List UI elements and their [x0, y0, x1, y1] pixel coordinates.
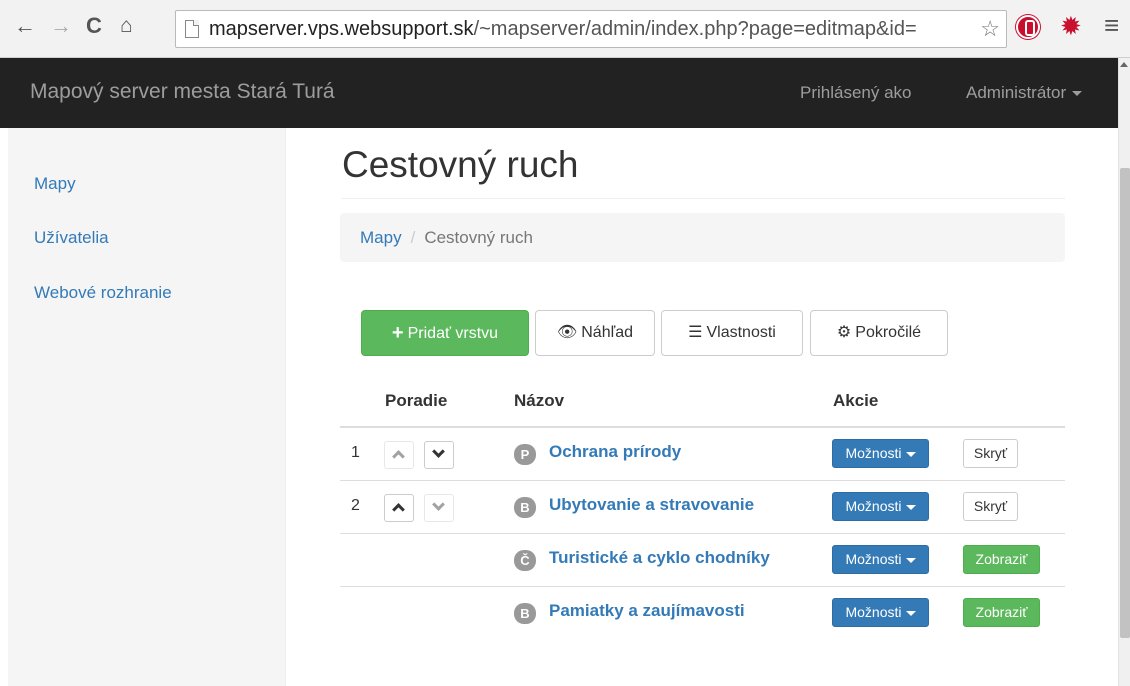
column-header-actions: Akcie — [833, 391, 879, 410]
user-name: Administrátor — [966, 83, 1067, 102]
layer-name-link[interactable]: Ubytovanie a stravovanie — [549, 495, 754, 515]
move-up-button[interactable] — [384, 494, 414, 522]
adblock-extension-icon[interactable] — [1016, 15, 1040, 39]
reload-icon[interactable]: C — [86, 14, 102, 38]
breadcrumb-separator: / — [410, 228, 416, 247]
chevron-up-icon — [392, 450, 405, 463]
title-divider — [342, 198, 1065, 199]
url-path: /~mapserver/admin/index.php?page=editmap… — [473, 18, 917, 40]
options-label: Možnosti — [845, 604, 902, 620]
layer-type-badge: B — [514, 497, 536, 518]
sidebar: Mapy Užívatelia Webové rozhranie — [8, 128, 286, 686]
add-layer-label: Pridať vrstvu — [407, 325, 499, 342]
browser-menu-icon[interactable]: ≡ — [1104, 12, 1119, 38]
properties-label: Vlastnosti — [706, 324, 776, 341]
advanced-label: Pokročilé — [855, 324, 922, 341]
layer-type-badge: P — [514, 444, 536, 465]
move-up-button[interactable] — [384, 441, 414, 469]
app-brand[interactable]: Mapový server mesta Stará Turá — [30, 80, 335, 104]
row-order-number: 1 — [351, 444, 360, 461]
home-icon[interactable]: ⌂ — [120, 14, 133, 38]
chevron-down-icon — [432, 498, 445, 511]
move-down-button[interactable] — [424, 441, 454, 469]
options-label: Možnosti — [845, 551, 902, 567]
scroll-up-arrow-icon[interactable] — [1120, 62, 1128, 67]
bookmark-star-icon[interactable]: ☆ — [980, 16, 1000, 42]
options-dropdown-button[interactable]: Možnosti — [832, 492, 929, 521]
hide-layer-button[interactable]: Skryť — [963, 439, 1018, 468]
breadcrumb-current: Cestovný ruch — [424, 228, 533, 247]
caret-down-icon — [905, 610, 916, 616]
preview-label: Náhľad — [581, 324, 634, 341]
properties-button[interactable]: ☰ Vlastnosti — [661, 310, 803, 356]
caret-down-icon — [905, 504, 916, 510]
chevron-down-icon — [432, 445, 445, 458]
breadcrumb-maps-link[interactable]: Mapy — [360, 228, 402, 247]
url-host: mapserver.vps.websupport.sk — [209, 18, 474, 40]
list-icon: ☰ — [688, 324, 703, 341]
options-label: Možnosti — [845, 445, 902, 461]
preview-button[interactable]: 👁 Náhľad — [535, 310, 655, 356]
address-bar[interactable]: mapserver.vps.websupport.sk/~mapserver/a… — [175, 10, 1007, 48]
page-scrollbar[interactable] — [1118, 58, 1130, 686]
plus-icon: + — [391, 322, 404, 344]
app-navbar: Mapový server mesta Stará Turá Prihlásen… — [0, 58, 1118, 128]
row-order-number: 2 — [351, 497, 360, 514]
column-header-name: Názov — [514, 391, 565, 410]
caret-down-icon — [905, 557, 916, 563]
move-down-button[interactable] — [424, 494, 454, 522]
hide-layer-button[interactable]: Skryť — [963, 492, 1018, 521]
layer-name-link[interactable]: Turistické a cyklo chodníky — [549, 548, 770, 568]
sidebar-item-users[interactable]: Užívatelia — [34, 228, 109, 248]
forward-arrow-icon[interactable]: → — [50, 14, 72, 38]
breadcrumb: Mapy / Cestovný ruch — [340, 213, 1065, 262]
extension-badge-icon[interactable]: ✹ — [1060, 13, 1082, 39]
table-row: 1 P Ochrana prírody Možnosti Skryť — [340, 428, 1065, 481]
caret-down-icon — [905, 451, 916, 457]
sidebar-item-web-interface[interactable]: Webové rozhranie — [34, 283, 172, 303]
layer-name-link[interactable]: Pamiatky a zaujímavosti — [549, 601, 745, 621]
back-arrow-icon[interactable]: ← — [14, 14, 36, 38]
user-menu-toggle[interactable]: Administrátor — [966, 83, 1083, 103]
advanced-button[interactable]: ⚙ Pokročilé — [810, 310, 948, 356]
page-title: Cestovný ruch — [342, 144, 579, 185]
layer-name-link[interactable]: Ochrana prírody — [549, 442, 681, 462]
page-icon — [185, 20, 199, 38]
scroll-thumb[interactable] — [1120, 168, 1130, 638]
url-text[interactable]: mapserver.vps.websupport.sk/~mapserver/a… — [209, 18, 974, 41]
chevron-up-icon — [392, 503, 405, 516]
column-header-order: Poradie — [385, 391, 448, 410]
browser-toolbar: ← → C ⌂ mapserver.vps.websupport.sk/~map… — [0, 0, 1130, 58]
layer-type-badge: B — [514, 603, 536, 624]
layer-type-badge: Č — [514, 550, 536, 571]
options-dropdown-button[interactable]: Možnosti — [832, 598, 929, 627]
logged-in-label: Prihlásený ako — [800, 83, 912, 102]
gear-icon: ⚙ — [836, 324, 852, 341]
eye-icon: 👁 — [556, 324, 578, 341]
table-row: 2 B Ubytovanie a stravovanie Možnosti Sk… — [340, 481, 1065, 534]
caret-down-icon — [1072, 91, 1083, 97]
table-row: Č Turistické a cyklo chodníky Možnosti Z… — [340, 534, 1065, 587]
options-dropdown-button[interactable]: Možnosti — [832, 545, 929, 574]
add-layer-button[interactable]: + Pridať vrstvu — [361, 310, 529, 356]
options-dropdown-button[interactable]: Možnosti — [832, 439, 929, 468]
options-label: Možnosti — [845, 498, 902, 514]
sidebar-item-maps[interactable]: Mapy — [34, 174, 76, 194]
show-layer-button[interactable]: Zobraziť — [963, 545, 1040, 574]
show-layer-button[interactable]: Zobraziť — [963, 598, 1040, 627]
table-row: B Pamiatky a zaujímavosti Možnosti Zobra… — [340, 587, 1065, 640]
